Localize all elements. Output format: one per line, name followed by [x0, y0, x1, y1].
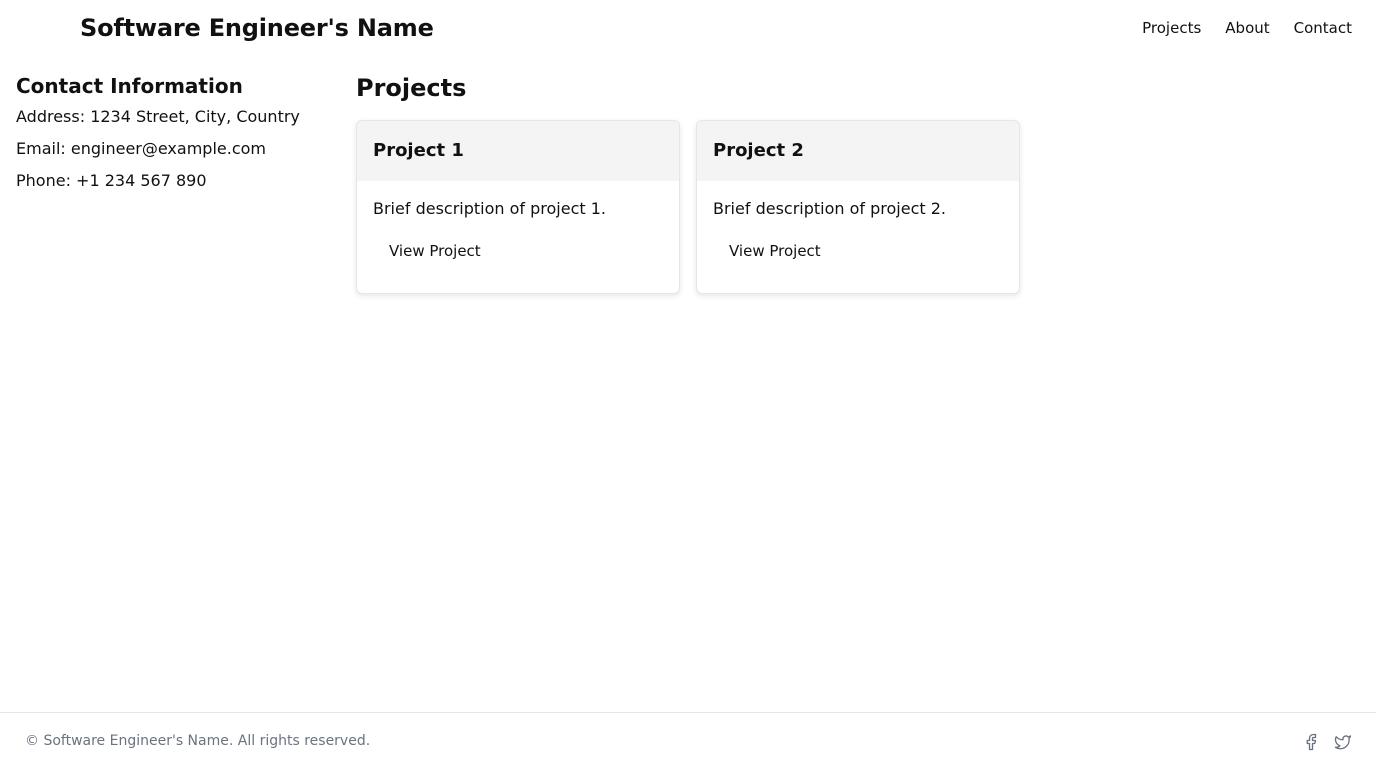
- page: Software Engineer's Name Projects About …: [0, 0, 1376, 768]
- project-card-body: Brief description of project 1. View Pro…: [357, 181, 679, 267]
- main-nav: Projects About Contact: [1142, 17, 1352, 39]
- project-card: Project 1 Brief description of project 1…: [356, 120, 680, 294]
- nav-link-about[interactable]: About: [1225, 17, 1269, 39]
- project-title: Project 2: [713, 140, 804, 161]
- view-project-button[interactable]: View Project: [373, 235, 497, 267]
- social-links: [1302, 733, 1352, 751]
- projects-section: Projects Project 1 Brief description of …: [356, 72, 1020, 294]
- site-header: Software Engineer's Name Projects About …: [0, 0, 1376, 56]
- project-card-header: Project 2: [697, 121, 1019, 181]
- projects-heading: Projects: [356, 74, 467, 102]
- site-title: Software Engineer's Name: [80, 14, 434, 42]
- nav-link-projects[interactable]: Projects: [1142, 17, 1201, 39]
- contact-email: Email: engineer@example.com: [16, 139, 266, 158]
- twitter-icon[interactable]: [1334, 733, 1352, 751]
- project-card-header: Project 1: [357, 121, 679, 181]
- project-description: Brief description of project 1.: [373, 199, 606, 218]
- project-card: Project 2 Brief description of project 2…: [696, 120, 1020, 294]
- project-card-body: Brief description of project 2. View Pro…: [697, 181, 1019, 267]
- view-project-button[interactable]: View Project: [713, 235, 837, 267]
- nav-link-contact[interactable]: Contact: [1294, 17, 1352, 39]
- facebook-icon[interactable]: [1302, 733, 1320, 751]
- contact-heading: Contact Information: [16, 74, 243, 98]
- contact-address: Address: 1234 Street, City, Country: [16, 107, 300, 126]
- project-description: Brief description of project 2.: [713, 199, 946, 218]
- site-footer: © Software Engineer's Name. All rights r…: [0, 712, 1376, 768]
- contact-sidebar: Contact Information Address: 1234 Street…: [16, 72, 336, 202]
- project-title: Project 1: [373, 140, 464, 161]
- project-cards: Project 1 Brief description of project 1…: [356, 120, 1020, 294]
- copyright-text: © Software Engineer's Name. All rights r…: [25, 733, 371, 749]
- contact-phone: Phone: +1 234 567 890: [16, 171, 207, 190]
